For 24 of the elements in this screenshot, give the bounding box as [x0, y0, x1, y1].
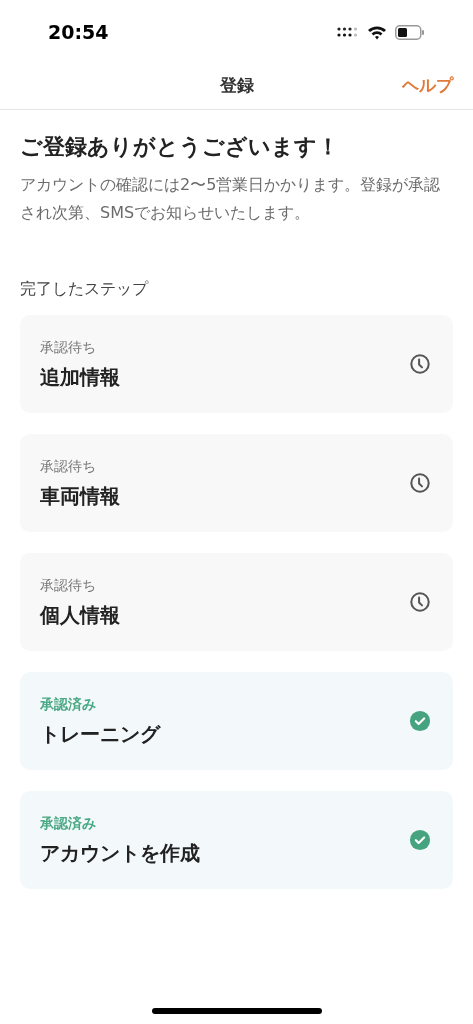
- signal-icon: [337, 27, 359, 37]
- step-status: 承認待ち: [40, 575, 97, 595]
- step-status: 承認済み: [40, 694, 97, 714]
- step-title: 車両情報: [40, 482, 120, 510]
- clock-icon: [409, 353, 431, 375]
- nav-title: 登録: [219, 73, 254, 97]
- step-title: 追加情報: [40, 363, 120, 391]
- step-status: 承認待ち: [40, 456, 97, 476]
- step-title: 個人情報: [40, 601, 120, 629]
- step-title: アカウントを作成: [40, 839, 200, 867]
- section-label: 完了したステップ: [20, 278, 150, 300]
- check-icon: [409, 710, 431, 732]
- wifi-icon: [367, 24, 387, 40]
- help-link[interactable]: ヘルプ: [402, 72, 453, 99]
- check-icon: [409, 829, 431, 851]
- step-status: 承認済み: [40, 813, 97, 833]
- battery-icon: [395, 24, 425, 40]
- heading: ご登録ありがとうございます！: [20, 133, 340, 161]
- description: アカウントの確認には2〜5営業日かかります。登録が承認され次第、SMSでお知らせいたします。: [20, 174, 442, 224]
- step-status: 承認待ち: [40, 337, 97, 357]
- step-title: トレーニング: [40, 720, 160, 748]
- status-time: 20:54: [48, 19, 109, 45]
- clock-icon: [409, 472, 431, 494]
- clock-icon: [409, 591, 431, 613]
